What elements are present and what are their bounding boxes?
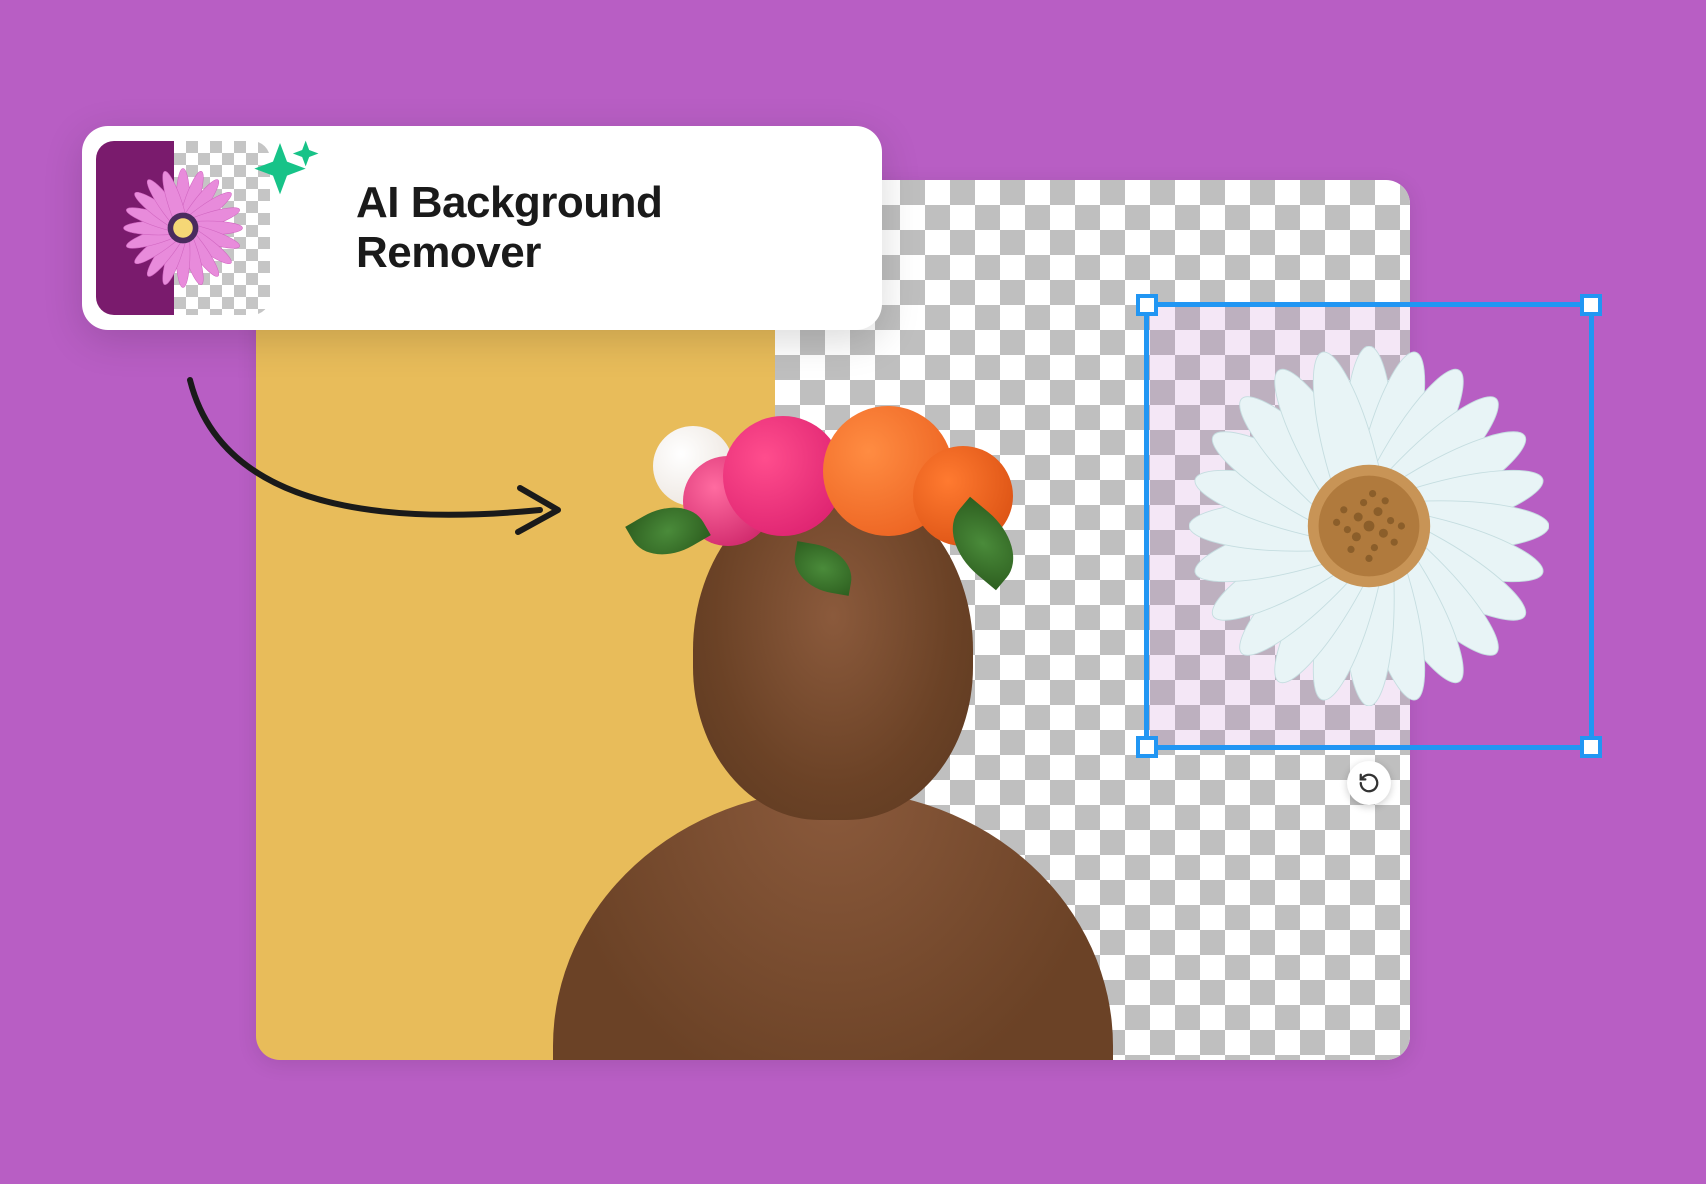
pink-flower-icon (113, 158, 253, 298)
selected-flower-object[interactable] (1189, 346, 1549, 706)
tool-label: AI Background Remover (356, 178, 850, 278)
resize-handle-bottom-right[interactable] (1580, 736, 1602, 758)
resize-handle-top-right[interactable] (1580, 294, 1602, 316)
ai-sparkle-icon (252, 136, 322, 206)
resize-handle-top-left[interactable] (1136, 294, 1158, 316)
photo-subject (553, 410, 1113, 1060)
selection-bounding-box[interactable] (1144, 302, 1594, 750)
rotate-ccw-icon (1358, 772, 1380, 794)
resize-handle-bottom-left[interactable] (1136, 736, 1158, 758)
flower-crown (643, 396, 1023, 596)
tool-thumbnail (96, 141, 270, 315)
rotate-button[interactable] (1347, 761, 1391, 805)
ai-background-remover-tool-card[interactable]: AI Background Remover (82, 126, 882, 330)
